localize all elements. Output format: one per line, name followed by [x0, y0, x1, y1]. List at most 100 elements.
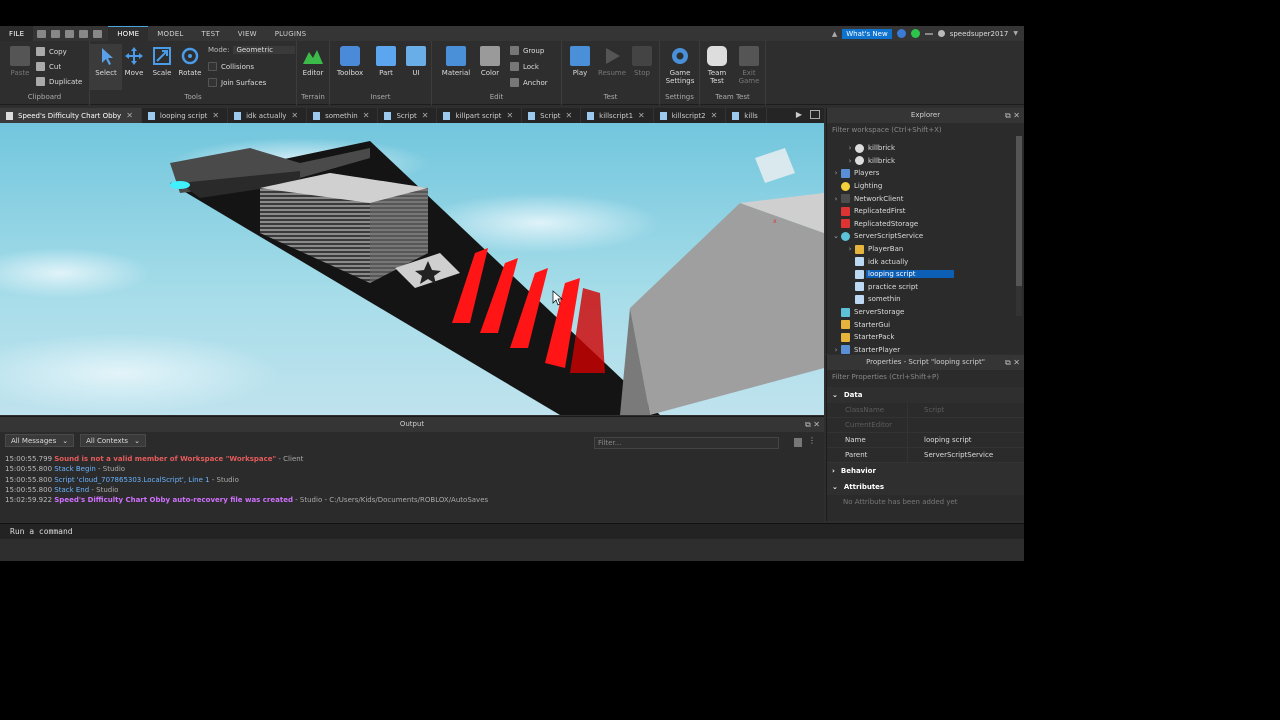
properties-search-input[interactable]: Filter Properties (Ctrl+Shift+P) — [830, 371, 1021, 383]
collapse-icon[interactable] — [924, 32, 933, 35]
data-section[interactable]: ⌄ Data — [827, 387, 1024, 403]
command-bar-input[interactable]: Run a command — [0, 523, 1024, 539]
explorer-search-input[interactable]: Filter workspace (Ctrl+Shift+X) — [830, 124, 1021, 136]
share-icon[interactable] — [937, 30, 945, 37]
chevron-right-icon[interactable]: › — [845, 144, 855, 152]
property-row[interactable]: Parent ServerScriptService — [827, 448, 1024, 463]
tree-node-serverstorage[interactable]: ServerStorage — [827, 306, 1024, 319]
tree-node-killbrick[interactable]: › killbrick — [827, 142, 1024, 155]
tree-node-script[interactable]: somethin — [827, 293, 1024, 306]
tab-place[interactable]: Speed's Difficulty Chart Obby ✕ — [0, 108, 142, 123]
tree-node-script-selected[interactable]: looping script — [827, 268, 1024, 281]
color-button[interactable]: Color — [474, 46, 506, 77]
duplicate-button[interactable]: Duplicate — [36, 77, 82, 86]
tab-home[interactable]: HOME — [108, 26, 149, 41]
tab-test[interactable]: TEST — [193, 26, 229, 41]
tab-script[interactable]: somethin ✕ — [307, 108, 379, 123]
attributes-section[interactable]: ⌄ Attributes — [827, 479, 1024, 495]
tree-node-script[interactable]: idk actually — [827, 255, 1024, 268]
close-icon[interactable]: ✕ — [711, 111, 718, 120]
tree-node-lighting[interactable]: Lighting — [827, 180, 1024, 193]
tab-script[interactable]: idk actually ✕ — [228, 108, 308, 123]
trash-icon[interactable] — [794, 438, 802, 447]
panel-controls[interactable]: ⧉ ✕ — [1005, 108, 1020, 123]
collisions-toggle[interactable]: Collisions — [208, 62, 254, 71]
chevron-right-icon[interactable]: › — [831, 195, 841, 203]
tree-node-startergui[interactable]: StarterGui — [827, 318, 1024, 331]
group-button[interactable]: Group — [510, 46, 544, 55]
behavior-section[interactable]: › Behavior — [827, 463, 1024, 479]
tab-script[interactable]: killscript1 ✕ — [581, 108, 654, 123]
tab-script[interactable]: killpart script ✕ — [437, 108, 523, 123]
resume-button[interactable]: Resume — [596, 46, 628, 77]
close-icon[interactable]: ✕ — [212, 111, 219, 120]
toolbox-button[interactable]: Toolbox — [334, 46, 366, 77]
status-icon[interactable] — [910, 29, 920, 38]
username[interactable]: speedsuper2017 — [950, 30, 1009, 38]
save-icon[interactable] — [37, 29, 47, 38]
close-icon[interactable]: ✕ — [565, 111, 572, 120]
name-value-field[interactable]: looping script — [907, 433, 1024, 447]
messages-filter[interactable]: All Messages ⌄ — [5, 434, 75, 447]
tab-script[interactable]: kills — [726, 108, 767, 123]
property-row[interactable]: Name looping script — [827, 433, 1024, 448]
more-icon[interactable]: ⋮ — [808, 436, 816, 445]
tab-file[interactable]: FILE — [0, 26, 34, 41]
3d-viewport[interactable]: x — [0, 123, 824, 415]
mode-select[interactable]: Mode: Geometric — [208, 46, 296, 54]
chevron-right-icon[interactable]: ▶ — [796, 110, 802, 119]
close-icon[interactable]: ✕ — [638, 111, 645, 120]
paste-button[interactable]: Paste — [4, 46, 36, 77]
output-filter-input[interactable]: Filter... — [594, 437, 779, 449]
close-icon[interactable]: ✕ — [363, 111, 370, 120]
exit-game-button[interactable]: Exit Game — [733, 46, 765, 85]
tab-plugins[interactable]: PLUGINS — [266, 26, 315, 41]
tree-node-networkclient[interactable]: › NetworkClient — [827, 192, 1024, 205]
tree-node-serverscriptservice[interactable]: ⌄ ServerScriptService — [827, 230, 1024, 243]
tab-model[interactable]: MODEL — [148, 26, 192, 41]
tree-node-players[interactable]: › Players — [827, 167, 1024, 180]
lock-button[interactable]: Lock — [510, 62, 539, 71]
undo-icon[interactable] — [65, 29, 75, 38]
tree-node-replicatedstorage[interactable]: ReplicatedStorage — [827, 218, 1024, 231]
tab-list-icon[interactable] — [810, 110, 820, 119]
scrollbar-thumb[interactable] — [1016, 136, 1022, 286]
panel-controls[interactable]: ⧉ ✕ — [805, 417, 820, 432]
parent-value-field[interactable]: ServerScriptService — [907, 448, 1024, 462]
chevron-right-icon[interactable]: › — [831, 346, 841, 354]
terrain-editor-button[interactable]: Editor — [297, 46, 329, 77]
material-button[interactable]: Material — [440, 46, 472, 77]
join-surfaces-toggle[interactable]: Join Surfaces — [208, 78, 266, 87]
tab-script[interactable]: Script ✕ — [378, 108, 438, 123]
tree-node-playerban[interactable]: › PlayerBan — [827, 243, 1024, 256]
tree-node-killbrick[interactable]: › killbrick — [827, 155, 1024, 168]
tab-view[interactable]: VIEW — [229, 26, 266, 41]
redo-icon[interactable] — [79, 29, 89, 38]
chevron-up-icon[interactable]: ▲ — [832, 30, 837, 38]
chevron-down-icon[interactable]: ⌄ — [831, 232, 841, 240]
contexts-filter[interactable]: All Contexts ⌄ — [80, 434, 146, 447]
stop-button[interactable]: Stop — [626, 46, 658, 77]
cut-button[interactable]: Cut — [36, 62, 61, 71]
chevron-right-icon[interactable]: › — [845, 157, 855, 165]
chevron-right-icon[interactable]: › — [831, 169, 841, 177]
explorer-scrollbar[interactable] — [1016, 136, 1022, 316]
help-icon[interactable] — [896, 29, 906, 38]
play-button[interactable]: Play — [564, 46, 596, 77]
close-icon[interactable]: ✕ — [506, 111, 513, 120]
close-icon[interactable]: ✕ — [422, 111, 429, 120]
rotate-button[interactable]: Rotate — [174, 46, 206, 77]
publish-icon[interactable] — [51, 29, 61, 38]
ui-button[interactable]: UI — [400, 46, 432, 77]
more-icon[interactable] — [93, 29, 103, 38]
team-test-button[interactable]: Team Test — [701, 46, 733, 85]
scene-render[interactable]: x — [0, 123, 824, 415]
close-icon[interactable]: ✕ — [126, 111, 133, 120]
copy-button[interactable]: Copy — [36, 47, 67, 56]
tab-script[interactable]: looping script ✕ — [142, 108, 229, 123]
panel-controls[interactable]: ⧉ ✕ — [1005, 355, 1020, 370]
tree-node-script[interactable]: practice script — [827, 281, 1024, 294]
tab-script[interactable]: killscript2 ✕ — [654, 108, 727, 123]
game-settings-button[interactable]: Game Settings — [664, 46, 696, 85]
tree-node-replicatedfirst[interactable]: ReplicatedFirst — [827, 205, 1024, 218]
